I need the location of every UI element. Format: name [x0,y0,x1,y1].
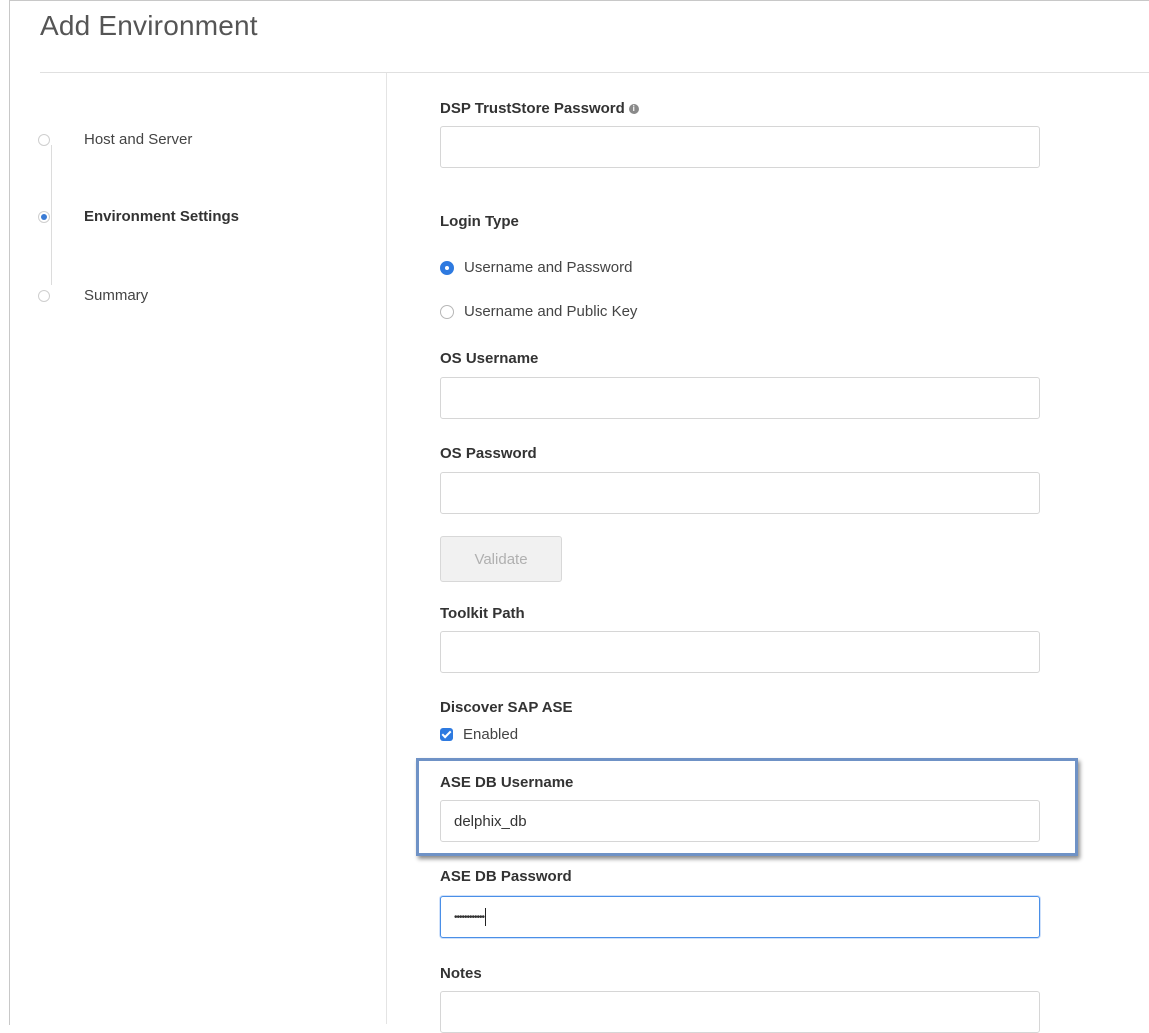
dsp-truststore-password-label-text: DSP TrustStore Password [440,100,625,117]
radio-username-and-public-key[interactable]: Username and Public Key [440,303,637,320]
toolkit-path-label: Toolkit Path [440,605,525,622]
radio-checked-icon[interactable] [440,260,454,275]
step-summary[interactable]: Summary [38,287,148,304]
step-host-and-server[interactable]: Host and Server [38,131,192,148]
ase-db-password-input[interactable]: •••••••••••• [440,896,1040,938]
os-password-label: OS Password [440,445,537,462]
os-username-label: OS Username [440,350,539,367]
sidebar-divider [386,73,387,1024]
checkbox-checked-icon[interactable] [440,728,453,741]
step-label: Host and Server [84,131,193,148]
enabled-checkbox-row[interactable]: Enabled [440,726,518,743]
highlight-annotation-box [416,758,1078,856]
radio-username-and-password[interactable]: Username and Password [440,259,632,276]
notes-input[interactable] [440,991,1040,1033]
step-indicator-icon [38,289,50,302]
radio-label: Username and Password [464,259,633,276]
info-icon[interactable]: i [628,104,639,115]
dsp-truststore-password-input[interactable] [440,126,1040,168]
step-label: Environment Settings [84,208,240,225]
step-indicator-icon [38,133,50,146]
text-cursor [485,908,487,926]
radio-unchecked-icon[interactable] [440,304,454,319]
radio-label: Username and Public Key [464,303,638,320]
ase-db-password-label: ASE DB Password [440,868,572,885]
header-divider [40,72,1149,73]
step-environment-settings[interactable]: Environment Settings [38,208,239,225]
discover-sap-ase-label: Discover SAP ASE [440,699,573,716]
login-type-label: Login Type [440,213,519,230]
step-active-indicator-icon [38,210,50,223]
dsp-truststore-password-label: DSP TrustStore Password i [440,100,639,117]
validate-button[interactable]: Validate [440,536,562,582]
notes-label: Notes [440,965,482,982]
page-title: Add Environment [40,10,258,41]
toolkit-path-input[interactable] [440,631,1040,673]
step-label: Summary [84,287,149,304]
ase-db-password-value: •••••••••••• [454,911,485,923]
os-username-input[interactable] [440,377,1040,419]
os-password-input[interactable] [440,472,1040,514]
enabled-checkbox-label: Enabled [463,726,519,743]
